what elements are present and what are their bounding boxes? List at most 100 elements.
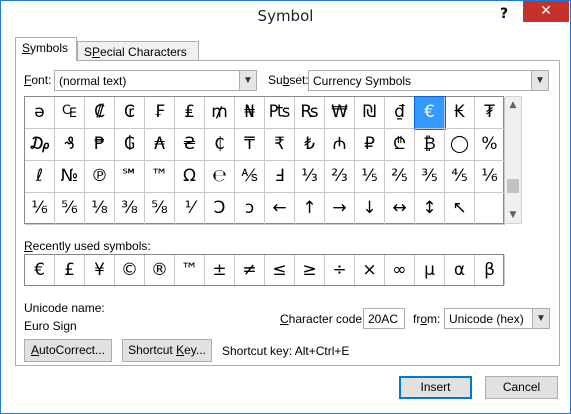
recent-symbol-cell[interactable]: ≤ [265,255,295,285]
symbol-cell[interactable]: ₾ [385,129,415,161]
symbol-cell[interactable]: ⅜ [115,193,145,225]
symbol-cell[interactable]: ↕ [415,193,445,225]
symbol-cell[interactable]: ₠ [55,97,85,129]
recent-symbol-cell[interactable]: ∞ [385,255,415,285]
recent-symbol-cell[interactable]: © [115,255,145,285]
recent-symbol-cell[interactable]: α [445,255,475,285]
insert-button[interactable]: Insert [399,376,472,399]
shortcut-key-button[interactable]: Shortcut Key... [122,339,212,362]
from-dropdown[interactable]: Unicode (hex) ▼ [444,308,550,329]
recent-symbol-cell[interactable]: ≥ [295,255,325,285]
symbol-cell[interactable]: ₦ [235,97,265,129]
symbol-cell[interactable]: ◯ [445,129,475,161]
symbol-cell[interactable]: ₫ [385,97,415,129]
symbol-cell[interactable]: € [414,96,446,130]
recent-symbol-cell[interactable]: ® [145,255,175,285]
symbol-cell[interactable]: ⅗ [415,161,445,193]
unicode-name-label: Unicode name: [24,301,105,315]
symbol-cell[interactable]: ₰ [55,129,85,161]
symbol-cell[interactable]: ₴ [175,129,205,161]
subset-dropdown[interactable]: Currency Symbols ▼ [308,70,549,91]
symbol-cell[interactable]: ə [25,97,55,129]
symbol-cell[interactable]: ₿ [415,129,445,161]
symbol-cell[interactable]: ℓ [25,161,55,193]
recent-symbol-cell[interactable]: ± [205,255,235,285]
symbol-cell[interactable]: % [475,129,505,161]
symbol-cell[interactable]: № [55,161,85,193]
symbol-cell[interactable]: ⅓ [295,161,325,193]
recent-symbol-cell[interactable]: £ [55,255,85,285]
font-dropdown[interactable]: (normal text) ▼ [54,70,257,91]
symbol-cell[interactable]: ₸ [235,129,265,161]
recent-symbol-cell[interactable]: € [25,255,55,285]
symbol-cell[interactable]: ₭ [445,97,475,129]
symbol-grid: ə ₠ ₡ ₢ ₣ ₤ ₥ ₦ ₧ ₨ ₩ ₪ ₫ € ₭ ₮ ₯ ₰ ₱ ₲ ₳ ₴ ₵ ₸ ₹ ₺ ₼ ₽ ₾ ₿ ◯% ℓ № ℗ ℠ ™ Ω ℮ ⅍… [24,96,505,225]
symbol-cell[interactable]: ₪ [355,97,385,129]
symbol-cell[interactable]: ↔ [385,193,415,225]
symbol-cell[interactable]: ₡ [85,97,115,129]
help-icon[interactable]: ? [491,3,517,25]
symbol-cell[interactable]: ⅘ [445,161,475,193]
chevron-down-icon: ▼ [239,71,256,90]
symbol-cell[interactable]: Ↄ [205,193,235,225]
symbol-cell[interactable]: ⅝ [145,193,175,225]
symbol-cell[interactable]: ℠ [115,161,145,193]
close-button[interactable]: ✕ [523,1,569,22]
character-code-input[interactable]: 20AC [363,308,405,329]
symbol-cell[interactable]: ℮ [205,161,235,193]
symbol-cell[interactable]: ⅟ [175,193,205,225]
tab-special-characters[interactable]: SPecial Characters [77,41,199,61]
symbol-cell[interactable]: ™ [145,161,175,193]
symbol-cell[interactable]: ₳ [145,129,175,161]
symbol-cell[interactable]: ₹ [265,129,295,161]
symbol-cell[interactable]: → [325,193,355,225]
scrollbar-thumb[interactable] [507,179,519,193]
symbol-cell[interactable]: ₺ [295,129,325,161]
cancel-button[interactable]: Cancel [485,376,558,399]
scroll-down-icon[interactable]: ▼ [505,207,521,223]
symbol-cell[interactable]: ⅚ [55,193,85,225]
symbol-cell[interactable]: ↄ [235,193,265,225]
tab-symbols[interactable]: Symbols [15,37,77,61]
symbol-cell[interactable]: ₨ [295,97,325,129]
symbol-cell[interactable]: Ω [175,161,205,193]
symbol-cell[interactable]: ⅛ [85,193,115,225]
symbol-cell[interactable]: ₱ [85,129,115,161]
symbol-cell[interactable]: ← [265,193,295,225]
symbol-cell[interactable]: ⅙ [25,193,55,225]
autocorrect-button[interactable]: AutoCorrect... [24,339,112,362]
symbol-cell[interactable]: ₧ [265,97,295,129]
symbol-cell[interactable]: ₽ [355,129,385,161]
recent-symbol-cell[interactable]: ÷ [325,255,355,285]
symbol-cell[interactable]: ₤ [175,97,205,129]
symbol-cell[interactable]: ₮ [475,97,505,129]
recent-symbol-cell[interactable]: ™ [175,255,205,285]
symbol-cell[interactable]: ₲ [115,129,145,161]
symbol-cell[interactable]: ₣ [145,97,175,129]
symbol-cell[interactable]: ₯ [25,129,55,161]
symbol-cell[interactable]: ₵ [205,129,235,161]
recent-symbol-cell[interactable]: ≠ [235,255,265,285]
recent-symbol-cell[interactable]: × [355,255,385,285]
symbol-cell[interactable]: ₩ [325,97,355,129]
recent-symbol-cell[interactable]: µ [415,255,445,285]
symbol-cell[interactable]: ℗ [85,161,115,193]
chevron-down-icon: ▼ [532,309,549,328]
symbol-cell[interactable]: Ⅎ [265,161,295,193]
symbol-cell[interactable]: ₼ [325,129,355,161]
symbol-cell[interactable]: ⅔ [325,161,355,193]
symbol-cell[interactable]: ⅙ [475,161,505,193]
symbol-cell[interactable]: ₥ [205,97,235,129]
symbol-cell[interactable]: ↑ [295,193,325,225]
symbol-cell[interactable]: ↓ [355,193,385,225]
symbol-cell[interactable] [475,193,505,225]
symbol-cell[interactable]: ↖ [445,193,475,225]
recent-symbol-cell[interactable]: ¥ [85,255,115,285]
symbol-cell[interactable]: ⅍ [235,161,265,193]
symbol-cell[interactable]: ⅕ [355,161,385,193]
scroll-up-icon[interactable]: ▲ [505,97,521,113]
symbol-cell[interactable]: ⅖ [385,161,415,193]
recent-symbol-cell[interactable]: β [475,255,505,285]
symbol-grid-scrollbar[interactable]: ▲ ▼ [505,96,522,224]
symbol-cell[interactable]: ₢ [115,97,145,129]
